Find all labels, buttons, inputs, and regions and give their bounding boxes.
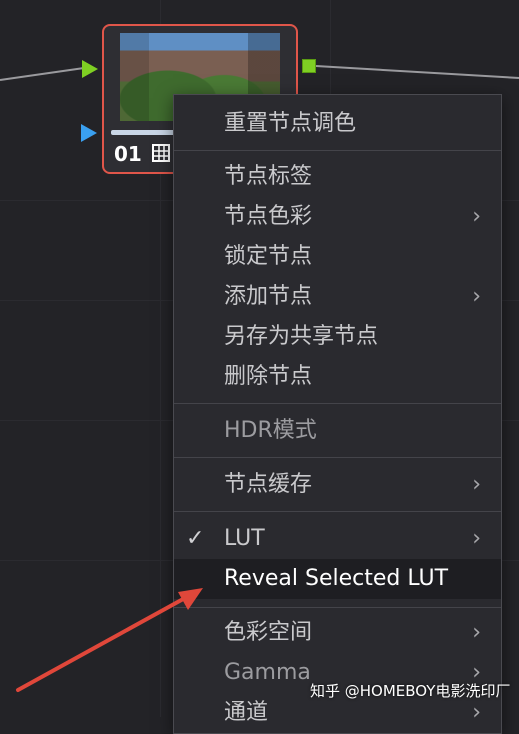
watermark: 知乎 @HOMEBOY电影洗印厂 xyxy=(310,682,511,700)
annotation-arrow-icon xyxy=(16,588,203,692)
